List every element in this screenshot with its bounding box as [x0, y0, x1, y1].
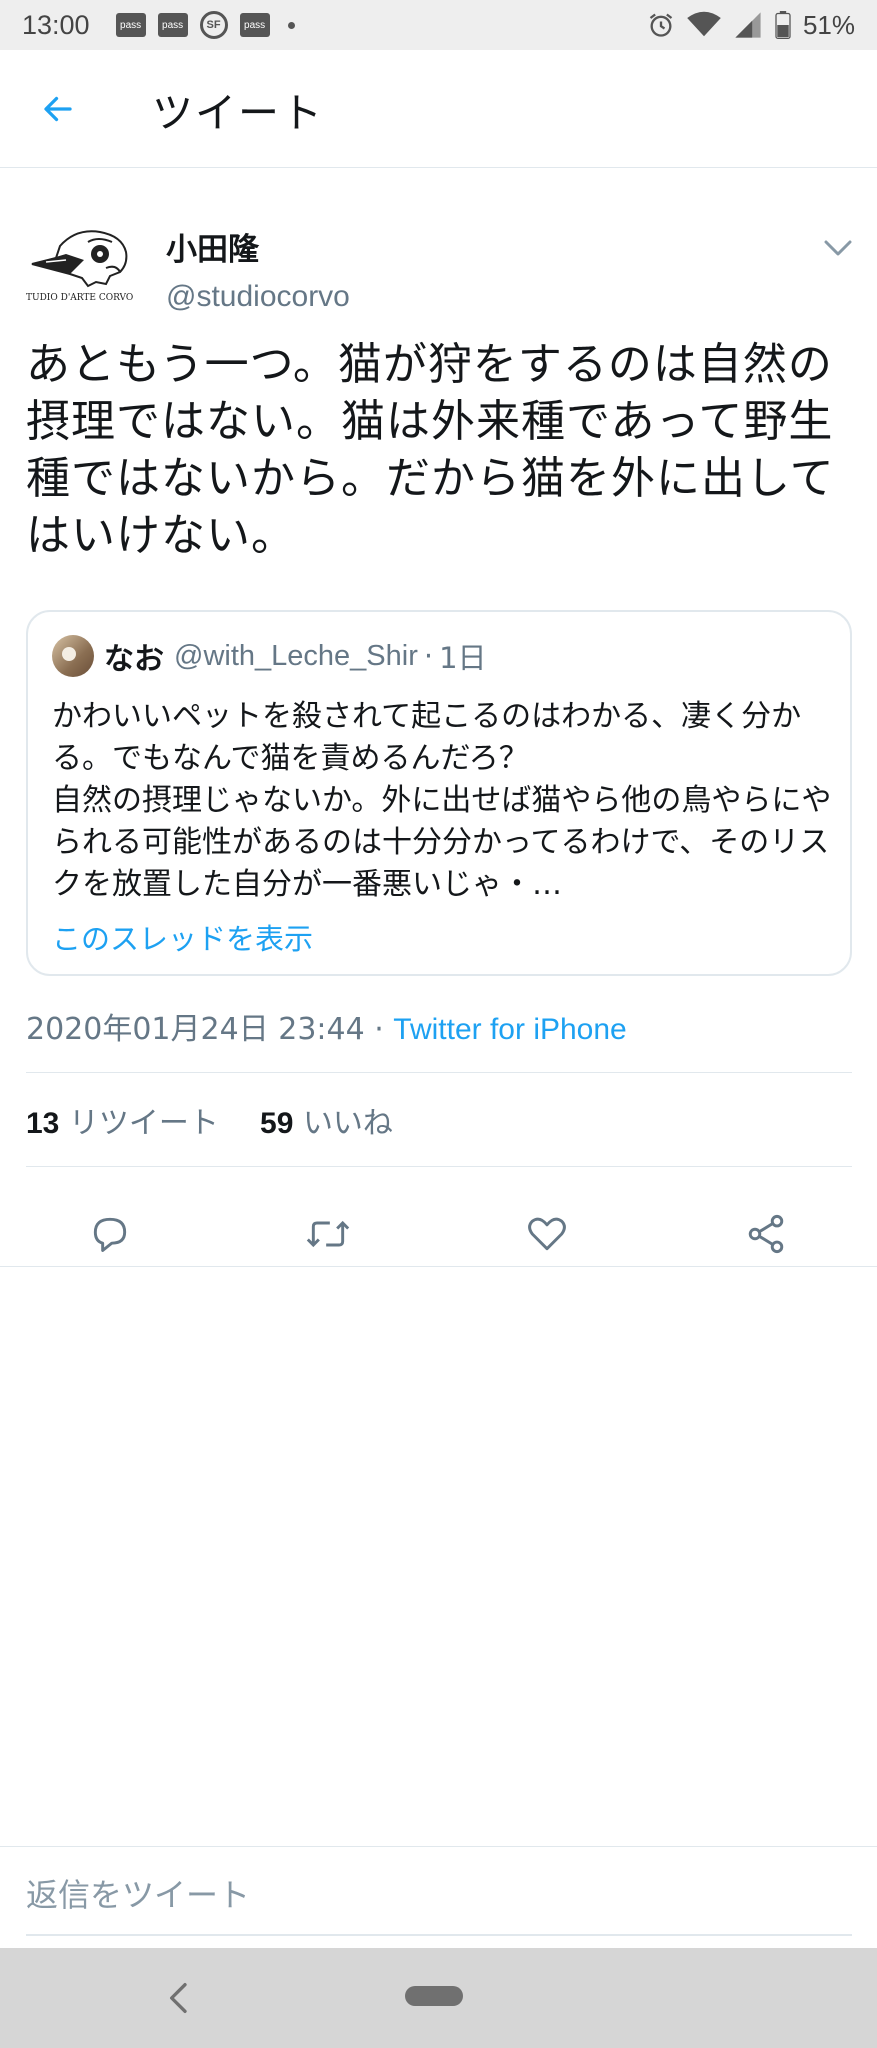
tweet-author: TUDIO D'ARTE CORVO 小田隆 @studiocorvo: [26, 190, 856, 313]
tweet-menu-button[interactable]: [820, 230, 856, 266]
chevron-left-icon: [170, 1983, 187, 2013]
tweet-stats: 13 リツイート 59 いいね: [26, 1098, 393, 1142]
quoted-tweet[interactable]: なお @with_Leche_Shir · 1日 かわいいペットを殺されて起こる…: [26, 610, 852, 976]
author-handle[interactable]: @studiocorvo: [166, 280, 350, 314]
signal-icon: [735, 12, 761, 38]
pass-icon: pass: [115, 13, 146, 37]
reply-button[interactable]: [80, 1204, 140, 1264]
retweets-label: リツイート: [68, 1106, 219, 1141]
page-title: ツイート: [152, 88, 324, 137]
pass-icon: pass: [239, 13, 270, 37]
battery-percentage: 51%: [802, 9, 855, 40]
alarm-icon: [649, 13, 673, 37]
status-bar: 13:00 pass pass SF pass 51%: [0, 0, 877, 50]
retweet-button[interactable]: [298, 1204, 358, 1264]
tweet-meta: 2020年01月24日 23:44 · Twitter for iPhone: [26, 1004, 627, 1048]
avatar[interactable]: TUDIO D'ARTE CORVO: [26, 202, 138, 314]
heart-icon: [528, 1217, 566, 1251]
svg-text:TUDIO D'ARTE CORVO: TUDIO D'ARTE CORVO: [26, 293, 133, 303]
back-button[interactable]: [28, 79, 88, 139]
status-system-icons: 51%: [647, 10, 855, 41]
divider: [0, 1266, 877, 1267]
status-time: 13:00: [22, 9, 90, 40]
chevron-down-icon: [824, 240, 852, 256]
retweet-icon: [306, 1220, 350, 1248]
nav-home-pill[interactable]: [405, 1986, 463, 2006]
quoted-tweet-header: なお @with_Leche_Shir · 1日: [52, 634, 487, 678]
show-thread-link[interactable]: このスレッドを表示: [52, 916, 313, 958]
tweet-actions: [0, 1184, 877, 1284]
quoted-author-name: なお: [104, 642, 164, 677]
status-notifications: pass pass SF pass: [115, 11, 295, 39]
quoted-avatar: [52, 635, 94, 677]
system-nav-bar: [0, 1948, 877, 2048]
quoted-author-handle: @with_Leche_Shir: [174, 639, 418, 672]
wifi-icon: [687, 11, 721, 37]
sf-icon: SF: [199, 11, 228, 39]
quoted-separator: ·: [423, 639, 434, 673]
quoted-tweet-text: かわいいペットを殺されて起こるのはわかる、凄く分かる。でもなんで猫を責めるんだろ…: [52, 699, 832, 902]
divider: [26, 1072, 852, 1073]
likes-count: 59: [260, 1107, 294, 1140]
crow-skull-logo: TUDIO D'ARTE CORVO: [26, 230, 133, 303]
divider: [26, 1166, 852, 1167]
likes-label: いいね: [302, 1106, 393, 1141]
app-header: ツイート: [0, 50, 877, 168]
divider: [0, 1846, 877, 1847]
reply-input[interactable]: [26, 1856, 852, 1936]
tweet-timestamp: 2020年01月24日 23:44: [26, 1012, 365, 1047]
nav-back-button[interactable]: [160, 1978, 200, 2018]
likes-stat[interactable]: 59 いいね: [260, 1106, 393, 1141]
more-notifications-dot-icon: [287, 21, 295, 29]
reply-icon: [93, 1217, 127, 1252]
share-icon: [748, 1214, 784, 1254]
like-button[interactable]: [517, 1204, 577, 1264]
battery-icon: [775, 11, 791, 39]
retweets-stat[interactable]: 13 リツイート: [26, 1106, 219, 1141]
arrow-left-icon: [44, 96, 72, 121]
tweet-source-link[interactable]: Twitter for iPhone: [393, 1013, 626, 1046]
retweets-count: 13: [26, 1107, 60, 1140]
tweet-text: あともう一つ。猫が狩をするのは自然の摂理ではない。猫は外来種であって野生種ではな…: [26, 339, 835, 561]
meta-separator: ·: [364, 1012, 394, 1047]
pass-icon: pass: [157, 13, 188, 37]
quoted-time: 1日: [439, 641, 487, 675]
share-button[interactable]: [736, 1204, 796, 1264]
author-name[interactable]: 小田隆: [166, 224, 259, 269]
